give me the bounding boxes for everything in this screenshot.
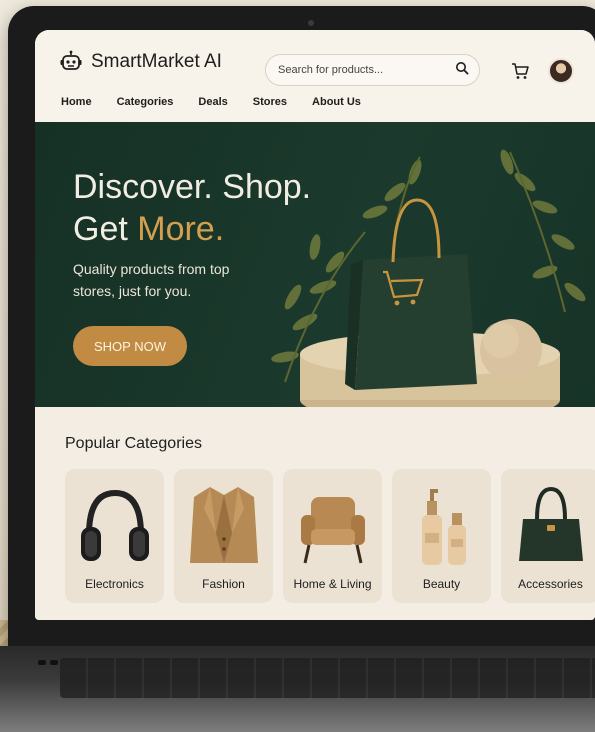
cart-icon[interactable] <box>509 60 531 82</box>
shop-now-button[interactable]: SHOP NOW <box>73 326 187 366</box>
category-list: Electronics Fashion Home & Living Beauty… <box>65 469 595 603</box>
category-card-electronics[interactable]: Electronics <box>65 469 164 603</box>
usb-port <box>38 660 46 665</box>
keyboard <box>60 658 595 698</box>
popular-categories: Popular Categories Electronics Fashion H… <box>35 407 595 620</box>
hero-shopping-bag-illustration <box>271 149 586 407</box>
headphones-icon <box>81 489 149 561</box>
avatar[interactable] <box>548 58 574 84</box>
blazer-icon <box>190 487 258 563</box>
site-header: SmartMarket AI Home Categories Deals <box>35 30 595 122</box>
category-label: Beauty <box>422 577 461 591</box>
category-label: Fashion <box>202 577 245 591</box>
category-card-accessories[interactable]: Accessories <box>501 469 595 603</box>
category-card-beauty[interactable]: Beauty <box>392 469 491 603</box>
hero-title-prefix: Get <box>73 210 138 248</box>
nav-categories[interactable]: Categories <box>117 96 174 108</box>
category-label: Home & Living <box>293 577 372 591</box>
category-card-fashion[interactable]: Fashion <box>174 469 273 603</box>
category-card-home-living[interactable]: Home & Living <box>283 469 382 603</box>
search-bar[interactable] <box>265 54 480 86</box>
logo[interactable]: SmartMarket AI <box>59 50 222 74</box>
hero-subtitle: Quality products from top stores, just f… <box>73 261 230 299</box>
category-label: Accessories <box>518 577 583 591</box>
section-title: Popular Categories <box>65 435 202 452</box>
nav-about-us[interactable]: About Us <box>312 96 361 108</box>
main-nav: Home Categories Deals Stores About Us <box>61 96 361 108</box>
nav-deals[interactable]: Deals <box>198 96 227 108</box>
armchair-icon <box>301 497 365 564</box>
robot-icon <box>59 50 83 74</box>
webcam <box>308 20 314 26</box>
handbag-icon <box>519 486 583 561</box>
category-label: Electronics <box>85 577 144 591</box>
nav-stores[interactable]: Stores <box>253 96 287 108</box>
brand-name: SmartMarket AI <box>91 51 222 72</box>
laptop-screen: SmartMarket AI Home Categories Deals <box>35 30 595 620</box>
cosmetics-icon <box>422 489 466 565</box>
hero-banner: Discover. Shop. Get More. Quality produc… <box>35 122 595 407</box>
search-input[interactable] <box>278 64 455 76</box>
usb-port <box>50 660 58 665</box>
search-icon[interactable] <box>455 61 469 80</box>
nav-home[interactable]: Home <box>61 96 92 108</box>
hero-title-accent: More. <box>137 210 225 248</box>
